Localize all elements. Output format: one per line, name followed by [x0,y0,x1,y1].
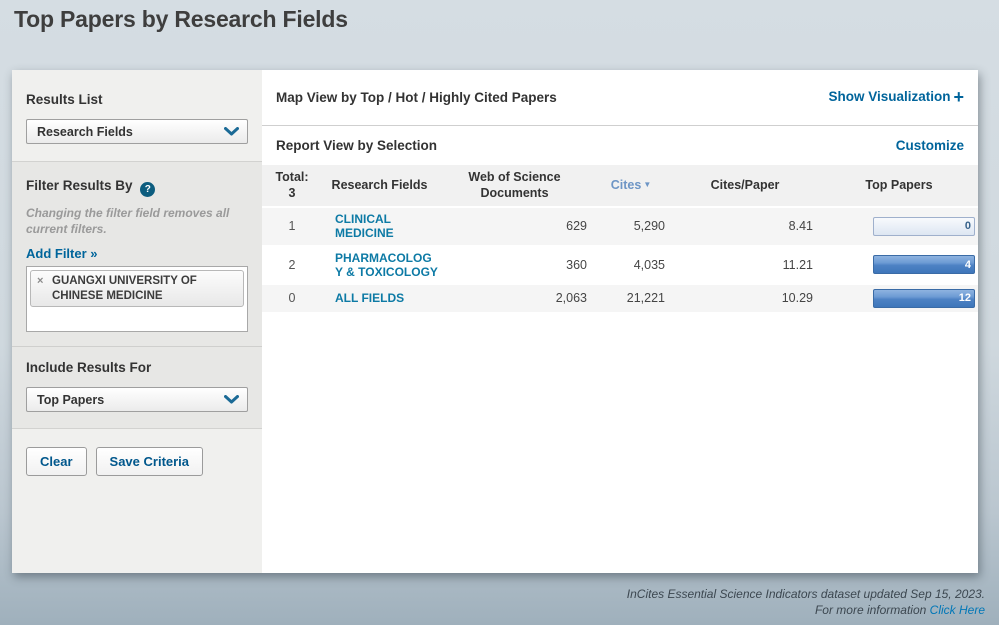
column-header-wos-documents[interactable]: Web of Science Documents [437,165,592,207]
cites-per-paper-value: 11.21 [670,246,820,284]
content-panel: Results List Research Fields Filter Resu… [12,70,978,573]
main-content: Map View by Top / Hot / Highly Cited Pap… [262,70,978,573]
top-papers-bar: 0 [873,217,975,236]
include-results-selected-value: Top Papers [37,393,104,407]
column-header-research-fields[interactable]: Research Fields [322,165,437,207]
plus-icon: + [953,87,964,107]
field-name-line: PHARMACOLOG [335,251,433,265]
footer-more-info-text: For more information [815,603,930,617]
filter-note: Changing the filter field removes all cu… [26,206,248,237]
sort-arrow-icon: ▼ [643,180,651,189]
wos-documents-value: 2,063 [437,284,592,312]
wos-documents-value: 360 [437,246,592,284]
research-field-link[interactable]: PHARMACOLOGY & TOXICOLOGY [335,251,433,279]
top-papers-value: 4 [965,259,971,271]
report-view-title: Report View by Selection [276,138,437,153]
research-field-link[interactable]: CLINICALMEDICINE [335,212,433,240]
show-visualization-link[interactable]: Show Visualization+ [828,87,964,108]
total-count: 3 [266,186,318,202]
include-results-label: Include Results For [26,360,248,375]
sidebar: Results List Research Fields Filter Resu… [12,70,262,573]
save-criteria-button[interactable]: Save Criteria [96,447,204,476]
row-rank: 2 [262,246,322,284]
cites-value: 21,221 [592,284,670,312]
page-footer: InCites Essential Science Indicators dat… [627,586,985,618]
top-papers-value: 12 [959,292,971,304]
help-icon[interactable]: ? [140,182,155,197]
cites-per-paper-value: 10.29 [670,284,820,312]
results-list-label: Results List [26,92,248,107]
clear-button[interactable]: Clear [26,447,87,476]
include-results-dropdown[interactable]: Top Papers [26,387,248,412]
results-list-section: Results List Research Fields [12,70,262,161]
sidebar-actions: Clear Save Criteria [12,428,262,573]
footer-dataset-info: InCites Essential Science Indicators dat… [627,586,985,602]
cites-value: 5,290 [592,207,670,245]
cites-value: 4,035 [592,246,670,284]
report-table: Total: 3 Research Fields Web of Science … [262,165,978,312]
field-name-line: CLINICAL [335,212,433,226]
page-title: Top Papers by Research Fields [0,0,999,33]
wos-documents-value: 629 [437,207,592,245]
chevron-down-icon [224,391,239,409]
field-name-line: Y & TOXICOLOGY [335,265,433,279]
chevron-down-icon [224,123,239,141]
show-visualization-label: Show Visualization [828,89,950,104]
map-view-header: Map View by Top / Hot / Highly Cited Pap… [262,70,978,126]
results-list-dropdown[interactable]: Research Fields [26,119,248,144]
table-row: 2 PHARMACOLOGY & TOXICOLOGY 360 4,035 11… [262,246,978,284]
table-row: 0 ALL FIELDS 2,063 21,221 10.29 12 [262,284,978,312]
column-header-cites-per-paper[interactable]: Cites/Paper [670,165,820,207]
filter-section: Filter Results By ? Changing the filter … [12,161,262,346]
top-papers-bar: 4 [873,255,975,274]
research-field-link[interactable]: ALL FIELDS [335,291,433,305]
filter-tag[interactable]: × GUANGXI UNIVERSITY OF CHINESE MEDICINE [30,270,244,307]
add-filter-link[interactable]: Add Filter » [26,246,98,261]
remove-filter-icon[interactable]: × [37,275,43,287]
total-label: Total: [266,170,318,186]
click-here-link[interactable]: Click Here [930,603,985,617]
include-results-section: Include Results For Top Papers [12,346,262,428]
customize-link[interactable]: Customize [896,138,964,153]
table-header-row: Total: 3 Research Fields Web of Science … [262,165,978,207]
row-rank: 0 [262,284,322,312]
map-view-title: Map View by Top / Hot / Highly Cited Pap… [276,90,557,105]
field-name-line: ALL FIELDS [335,291,433,305]
filter-heading: Filter Results By [26,178,133,193]
filter-heading-row: Filter Results By ? [26,178,248,197]
filter-tag-label: GUANGXI UNIVERSITY OF CHINESE MEDICINE [52,274,239,303]
column-header-cites[interactable]: Cites▼ [592,165,670,207]
filter-tags-box: × GUANGXI UNIVERSITY OF CHINESE MEDICINE [26,266,248,332]
report-view-header: Report View by Selection Customize [262,126,978,165]
row-rank: 1 [262,207,322,245]
results-list-selected-value: Research Fields [37,125,133,139]
field-name-line: MEDICINE [335,226,433,240]
table-row: 1 CLINICALMEDICINE 629 5,290 8.41 0 [262,207,978,245]
column-header-top-papers[interactable]: Top Papers [820,165,978,207]
cites-header-label: Cites [611,178,642,192]
top-papers-bar: 12 [873,289,975,308]
footer-more-info: For more information Click Here [627,602,985,618]
total-count-header: Total: 3 [262,165,322,207]
cites-per-paper-value: 8.41 [670,207,820,245]
top-papers-value: 0 [965,220,971,232]
